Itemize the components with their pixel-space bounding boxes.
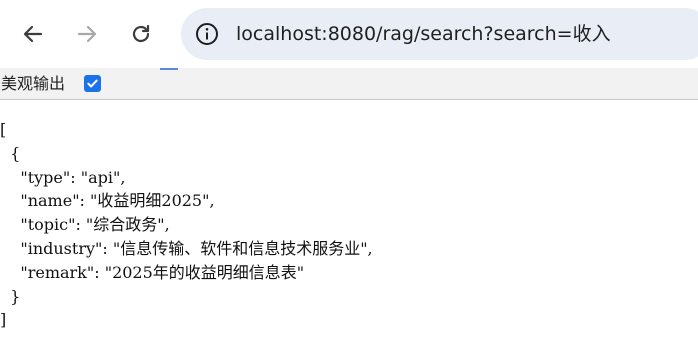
checkmark-icon (87, 79, 98, 88)
json-line: "type": "api", (0, 167, 126, 187)
json-line: } (0, 286, 21, 306)
reload-icon (132, 24, 150, 43)
arrow-right-icon (77, 25, 97, 43)
pretty-print-label: 美观输出 (1, 74, 66, 93)
json-line: "remark": "2025年的收益明细信息表" (0, 262, 305, 282)
address-bar[interactable]: localhost:8080/rag/search?search=收入 (181, 8, 698, 60)
browser-toolbar: localhost:8080/rag/search?search=收入 (0, 0, 698, 68)
info-icon[interactable] (194, 21, 220, 47)
json-line: ] (0, 310, 7, 330)
progress-indicator (160, 68, 178, 70)
reload-button[interactable] (124, 17, 158, 51)
pretty-print-checkbox[interactable] (84, 75, 101, 92)
json-line: "industry": "信息传输、软件和信息技术服务业", (0, 238, 373, 258)
json-line: [ (0, 120, 7, 139)
arrow-left-icon (23, 25, 43, 43)
forward-button[interactable] (70, 17, 104, 51)
page-content: [ { "type": "api", "name": "收益明细2025", "… (0, 118, 698, 332)
json-line: "topic": "综合政务", (0, 215, 170, 235)
json-output: [ { "type": "api", "name": "收益明细2025", "… (0, 118, 698, 332)
url-text[interactable]: localhost:8080/rag/search?search=收入 (236, 8, 611, 60)
back-button[interactable] (16, 17, 50, 51)
json-viewer-bar: 美观输出 (0, 68, 698, 100)
json-line: { (0, 143, 21, 163)
json-line: "name": "收益明细2025", (0, 191, 215, 211)
